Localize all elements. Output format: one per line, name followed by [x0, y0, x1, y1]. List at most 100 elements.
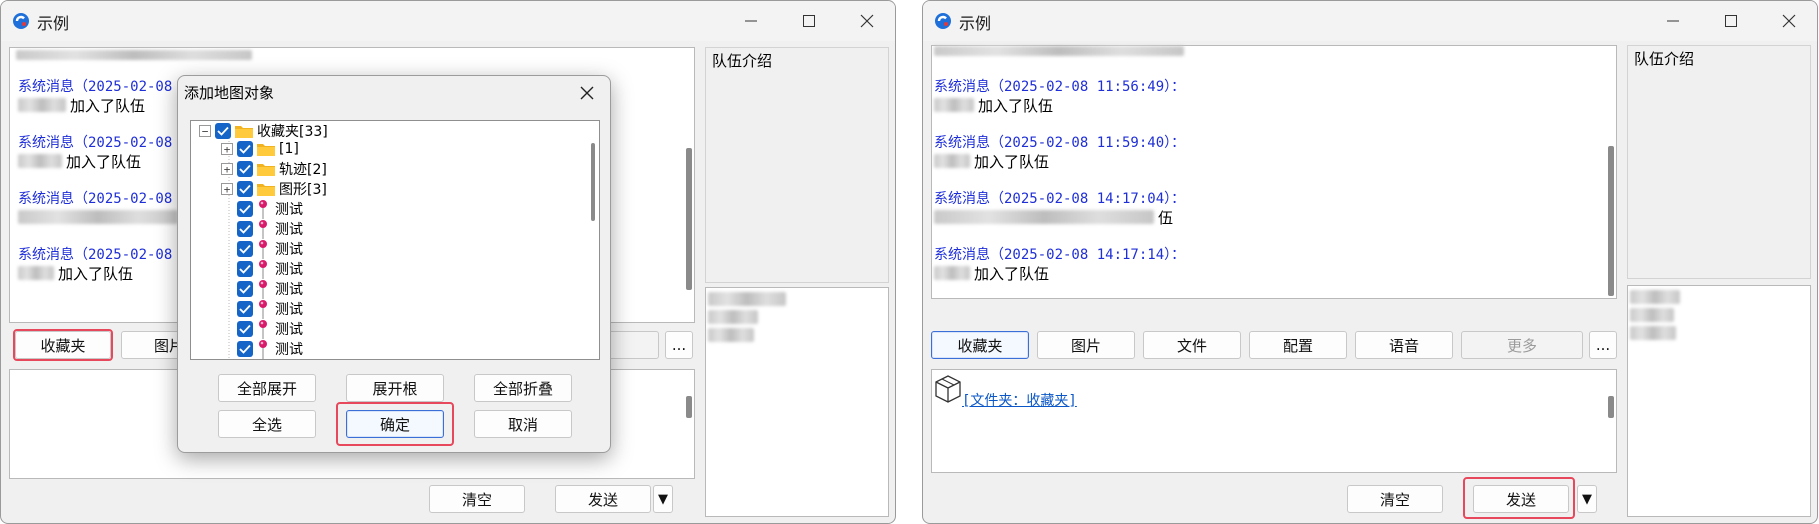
expand-all-button[interactable]: 全部展开	[218, 374, 316, 402]
tree-node-label: 测试	[275, 262, 303, 278]
scrollbar-thumb[interactable]	[1608, 396, 1614, 418]
maximize-button[interactable]	[1711, 7, 1751, 35]
folder-icon	[235, 124, 253, 138]
redacted-text	[1630, 308, 1674, 322]
collapse-toggle-icon[interactable]: −	[199, 125, 211, 137]
message-header: 系统消息（2025-02-08 1	[18, 79, 190, 95]
more-button[interactable]	[607, 331, 659, 359]
checkbox-checked-icon[interactable]	[237, 181, 253, 197]
send-button[interactable]: 发送	[555, 485, 651, 513]
scrollbar-thumb[interactable]	[591, 143, 595, 221]
message-item: 系统消息（2025-02-08 1 加入了队伍	[18, 244, 189, 283]
tree-node-root[interactable]: − 收藏夹[33]	[199, 121, 328, 141]
message-body: 加入了队伍	[934, 263, 1185, 283]
clear-button[interactable]: 清空	[429, 485, 525, 513]
ellipsis-button[interactable]: ...	[1589, 331, 1617, 359]
tree-node-label: 测试	[275, 322, 303, 338]
app-logo-icon	[935, 13, 951, 29]
folder-icon	[257, 142, 275, 156]
checkbox-checked-icon[interactable]	[237, 221, 253, 237]
ellipsis-button[interactable]: ...	[665, 331, 693, 359]
tree-node-item[interactable]: 测试	[237, 319, 303, 339]
expand-toggle-icon[interactable]: +	[221, 163, 233, 175]
checkbox-checked-icon[interactable]	[237, 281, 253, 297]
maximize-button[interactable]	[789, 7, 829, 35]
message-item: 系统消息（2025-02-08 11:56:49）： 加入了队伍	[934, 76, 1185, 115]
favorites-button[interactable]: 收藏夹	[931, 331, 1029, 359]
scrollbar-thumb[interactable]	[686, 396, 692, 418]
checkbox-checked-icon[interactable]	[215, 123, 231, 139]
scrollbar-thumb[interactable]	[1608, 146, 1614, 296]
send-button[interactable]: 发送	[1473, 485, 1569, 513]
ok-label: 确定	[379, 415, 410, 434]
tree-node-item[interactable]: 测试	[237, 279, 303, 299]
redacted-text	[708, 328, 754, 342]
tree-node-item[interactable]: 测试	[237, 219, 303, 239]
voice-button[interactable]: 语音	[1355, 331, 1453, 359]
message-item: 系统消息（2025-02-08 14:17:14）： 加入了队伍	[934, 244, 1185, 283]
clear-button[interactable]: 清空	[1347, 485, 1443, 513]
message-input[interactable]: [文件夹：收藏夹]	[931, 369, 1617, 473]
send-dropdown-button[interactable]: ▼	[653, 485, 673, 513]
message-text: 加入了队伍	[974, 264, 1050, 283]
expand-root-label: 展开根	[372, 379, 418, 398]
tree-node-item[interactable]: 测试	[237, 339, 303, 359]
maximize-icon	[1725, 15, 1737, 27]
checkbox-checked-icon[interactable]	[237, 321, 253, 337]
chat-window-left: 示例 系统消息（2025-02-08 1 加入了队伍 系统消息（2025-02-…	[0, 0, 896, 524]
message-body: 加入了队伍	[18, 151, 189, 171]
collapse-all-button[interactable]: 全部折叠	[474, 374, 572, 402]
checkbox-checked-icon[interactable]	[237, 341, 253, 357]
checkbox-checked-icon[interactable]	[237, 161, 253, 177]
close-button[interactable]	[1769, 7, 1809, 35]
checkbox-checked-icon[interactable]	[237, 201, 253, 217]
minimize-button[interactable]	[1653, 7, 1693, 35]
expand-root-button[interactable]: 展开根	[346, 374, 444, 402]
select-all-button[interactable]: 全选	[218, 410, 316, 438]
member-list[interactable]	[705, 287, 889, 517]
map-pin-icon	[257, 199, 269, 219]
tree-node-folder[interactable]: + 图形[3]	[221, 179, 327, 199]
cancel-button[interactable]: 取消	[474, 410, 572, 438]
picture-button[interactable]: 图片	[1037, 331, 1135, 359]
tree-node-item[interactable]: 测试	[237, 239, 303, 259]
chevron-down-icon: ▼	[658, 491, 668, 507]
message-item: 系统消息（2025-02-08 1 加入了队伍	[18, 76, 189, 115]
maximize-icon	[803, 15, 815, 27]
map-pin-icon	[257, 339, 269, 359]
tree-node-item[interactable]: 测试	[237, 299, 303, 319]
tree-node-item[interactable]: 测试	[237, 199, 303, 219]
map-object-tree[interactable]: − 收藏夹[33] + [1] + 轨迹[2] + 图形[3] 测试 测试 测试…	[190, 120, 600, 360]
ok-button[interactable]: 确定	[346, 410, 444, 438]
dialog-close-button[interactable]	[572, 78, 602, 108]
checkbox-checked-icon[interactable]	[237, 301, 253, 317]
scrollbar-thumb[interactable]	[686, 148, 692, 290]
expand-toggle-icon[interactable]: +	[221, 183, 233, 195]
config-button[interactable]: 配置	[1249, 331, 1347, 359]
favorites-button[interactable]: 收藏夹	[15, 331, 111, 359]
checkbox-checked-icon[interactable]	[237, 141, 253, 157]
tree-node-folder[interactable]: + [1]	[221, 139, 299, 159]
minimize-icon	[1667, 20, 1679, 22]
tree-node-item[interactable]: 测试	[237, 259, 303, 279]
redacted-text	[1630, 326, 1676, 340]
send-dropdown-button[interactable]: ▼	[1577, 485, 1597, 513]
redacted-text	[16, 50, 252, 60]
more-button[interactable]: 更多	[1461, 331, 1583, 359]
message-text: 加入了队伍	[978, 96, 1054, 115]
attachment-link[interactable]: [文件夹：收藏夹]	[962, 390, 1077, 410]
tree-node-folder[interactable]: + 轨迹[2]	[221, 159, 327, 179]
minimize-button[interactable]	[731, 7, 771, 35]
message-body: 加入了队伍	[18, 263, 189, 283]
tree-node-label: 测试	[275, 202, 303, 218]
ellipsis-label: ...	[1595, 336, 1611, 354]
message-history[interactable]: 系统消息（2025-02-08 11:56:49）： 加入了队伍 系统消息（20…	[931, 45, 1617, 299]
checkbox-checked-icon[interactable]	[237, 261, 253, 277]
close-button[interactable]	[847, 7, 887, 35]
file-button[interactable]: 文件	[1143, 331, 1241, 359]
member-list[interactable]	[1627, 285, 1811, 517]
checkbox-checked-icon[interactable]	[237, 241, 253, 257]
redacted-text	[18, 98, 66, 112]
expand-toggle-icon[interactable]: +	[221, 143, 233, 155]
message-item: 系统消息（2025-02-08 11:59:40）： 加入了队伍	[934, 132, 1185, 171]
